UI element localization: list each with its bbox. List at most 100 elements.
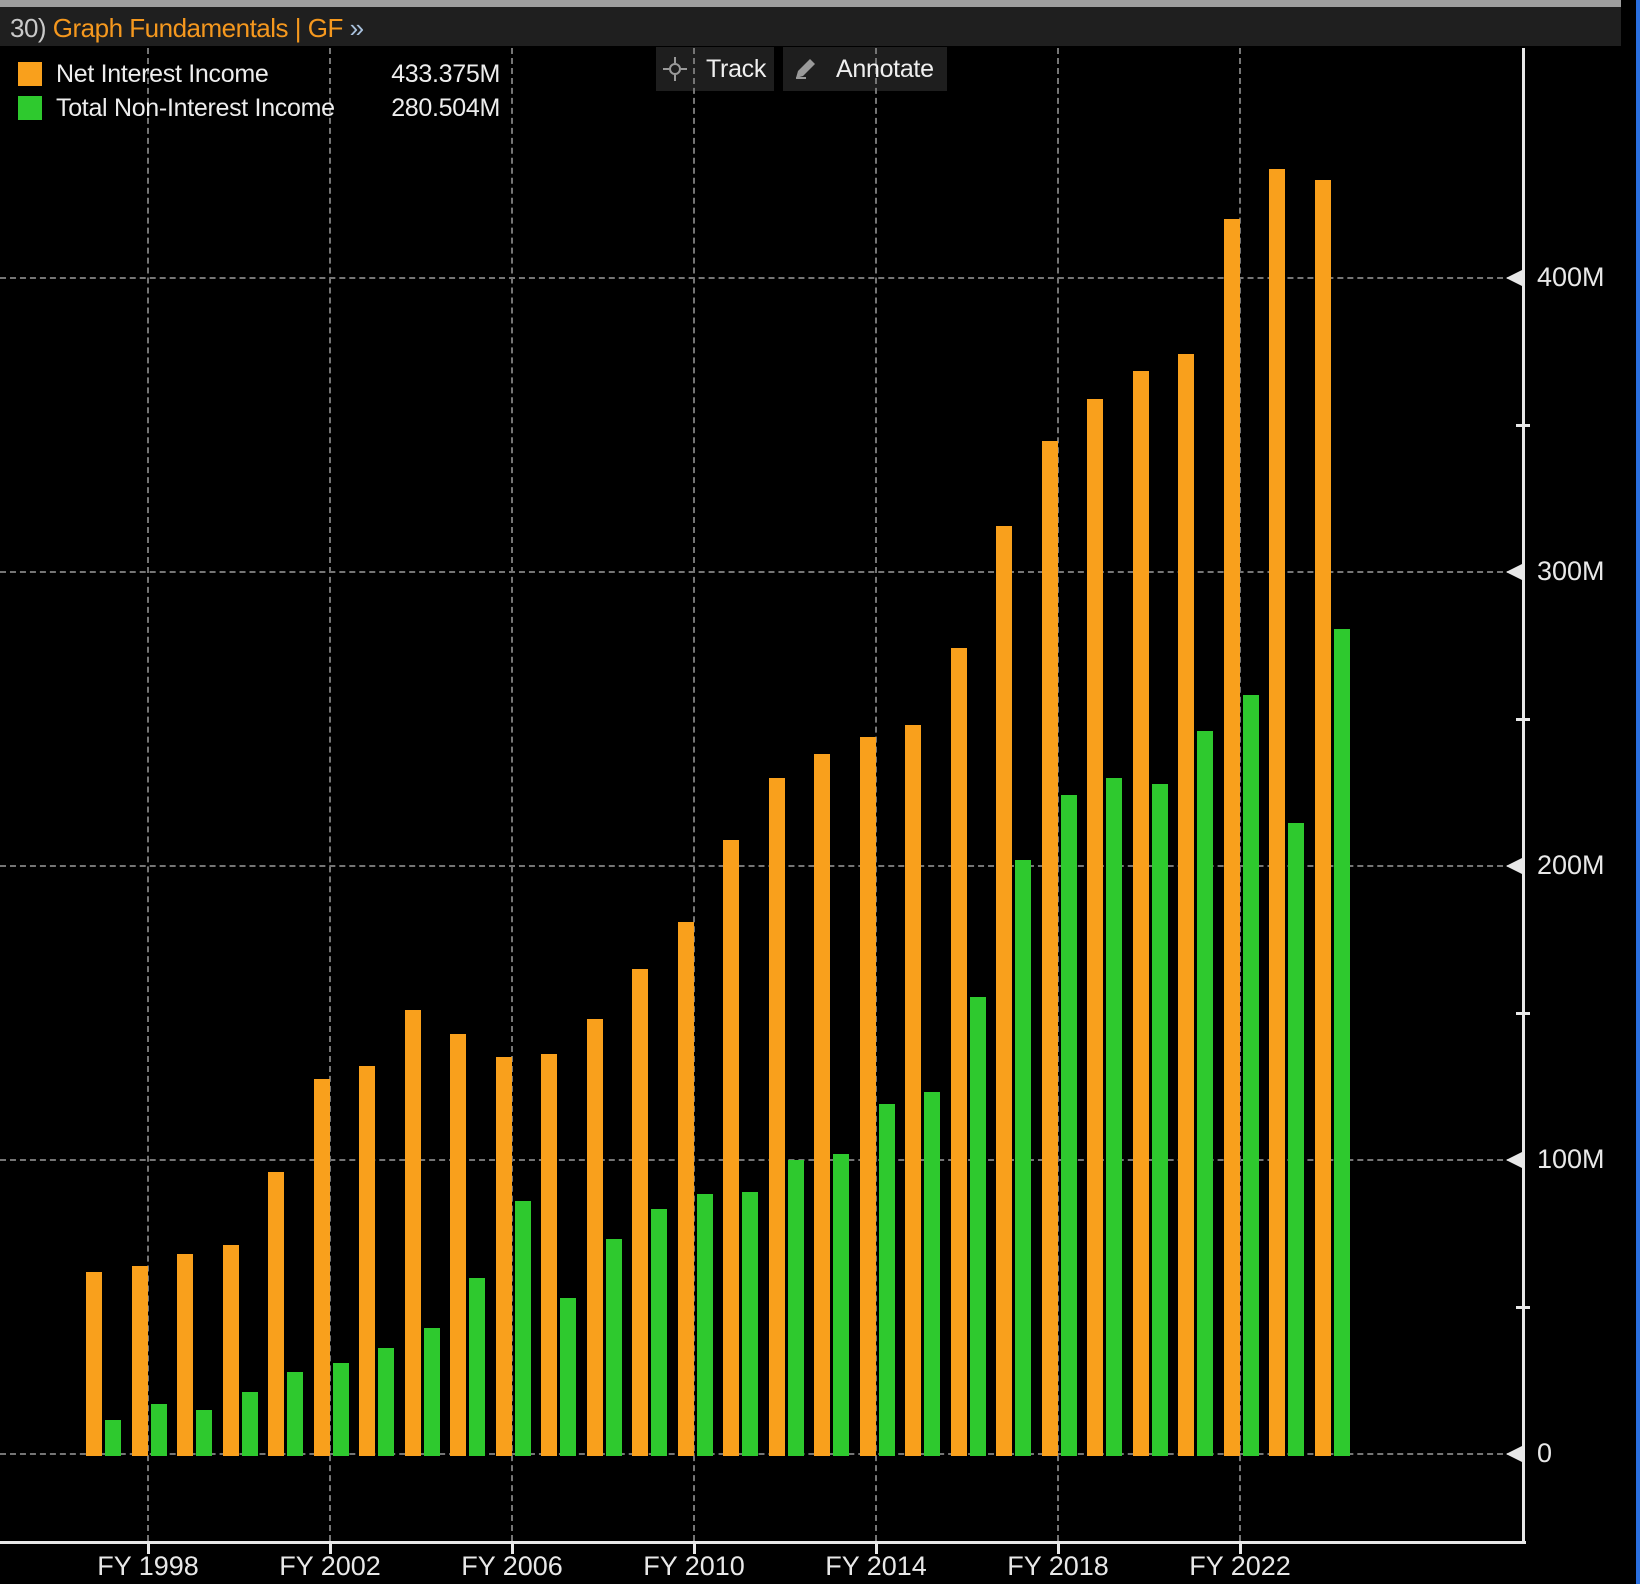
track-button[interactable]: Track [662, 47, 766, 91]
bar-net-interest-income-2022 [1224, 219, 1240, 1456]
legend-value: 433.375M [391, 59, 500, 88]
bar-total-non-interest-income-2016 [970, 997, 986, 1456]
bar-net-interest-income-2021 [1178, 354, 1194, 1456]
pencil-icon [792, 56, 818, 82]
bar-net-interest-income-2002 [314, 1079, 330, 1456]
bar-net-interest-income-1997 [86, 1272, 102, 1456]
bar-net-interest-income-2001 [268, 1172, 284, 1456]
bar-net-interest-income-2024 [1315, 180, 1331, 1456]
bar-net-interest-income-2016 [951, 648, 967, 1456]
y-tick-label-400M: 400M [1537, 262, 1605, 292]
legend-value: 280.504M [391, 93, 500, 122]
bar-total-non-interest-income-2009 [651, 1209, 667, 1456]
bar-total-non-interest-income-2004 [424, 1328, 440, 1456]
bar-net-interest-income-2017 [996, 526, 1012, 1456]
bar-total-non-interest-income-1999 [196, 1410, 212, 1456]
x-axis-label-fy-2022: FY 2022 [1189, 1551, 1291, 1581]
bar-net-interest-income-2008 [587, 1019, 603, 1456]
legend-swatch-green [18, 96, 42, 120]
bar-total-non-interest-income-2023 [1288, 823, 1304, 1456]
bar-total-non-interest-income-2018 [1061, 795, 1077, 1456]
plot-area[interactable]: 0 100M 200M 300M 400M FY 1998 FY 2002 FY 2006 FY… [0, 0, 1640, 1584]
bar-total-non-interest-income-2001 [287, 1372, 303, 1456]
x-axis-line [0, 1541, 1526, 1544]
annotate-label: Annotate [836, 54, 934, 83]
legend-label: Net Interest Income [56, 59, 269, 88]
right-edge-accent [1636, 0, 1640, 1584]
y-tick-arrow-0 [1506, 1446, 1522, 1462]
bar-net-interest-income-2010 [678, 922, 694, 1456]
bar-net-interest-income-2019 [1087, 399, 1103, 1456]
bar-net-interest-income-1998 [132, 1266, 148, 1456]
bar-total-non-interest-income-2011 [742, 1192, 758, 1456]
bar-total-non-interest-income-2015 [924, 1092, 940, 1456]
x-axis-label-fy-2010: FY 2010 [643, 1551, 745, 1581]
y-minor-tick-150 [1516, 1012, 1530, 1015]
legend-row-total-non-interest-income: Total Non-Interest Income 280.504M [18, 92, 500, 124]
y-tick-label-100M: 100M [1537, 1144, 1605, 1174]
x-axis-label-fy-2006: FY 2006 [461, 1551, 563, 1581]
annotate-button[interactable]: Annotate [792, 47, 934, 91]
bar-total-non-interest-income-1997 [105, 1420, 121, 1456]
bar-total-non-interest-income-2019 [1106, 778, 1122, 1456]
bar-total-non-interest-income-2002 [333, 1363, 349, 1456]
y-tick-label-300M: 300M [1537, 556, 1605, 586]
bar-total-non-interest-income-2014 [879, 1104, 895, 1456]
bar-net-interest-income-2009 [632, 969, 648, 1456]
y-tick-arrow-100 [1506, 1152, 1522, 1168]
title-chevrons: » [349, 13, 364, 43]
gridline-h-400 [0, 277, 1523, 279]
bar-total-non-interest-income-2005 [469, 1278, 485, 1456]
bar-total-non-interest-income-2013 [833, 1154, 849, 1456]
bar-total-non-interest-income-2024 [1334, 629, 1350, 1456]
y-tick-arrow-200 [1506, 858, 1522, 874]
x-axis-label-fy-2002: FY 2002 [279, 1551, 381, 1581]
bar-net-interest-income-2005 [450, 1034, 466, 1456]
bar-net-interest-income-2015 [905, 725, 921, 1456]
legend-row-net-interest-income: Net Interest Income 433.375M [18, 58, 500, 90]
bar-net-interest-income-2020 [1133, 371, 1149, 1456]
bar-total-non-interest-income-2003 [378, 1348, 394, 1456]
bar-total-non-interest-income-2021 [1197, 731, 1213, 1456]
y-minor-tick-50 [1516, 1306, 1530, 1309]
crosshair-icon [662, 56, 688, 82]
bar-net-interest-income-2011 [723, 840, 739, 1456]
legend: Net Interest Income 433.375M Total Non-I… [8, 56, 500, 124]
bar-total-non-interest-income-2017 [1015, 860, 1031, 1456]
legend-swatch-orange [18, 62, 42, 86]
legend-label: Total Non-Interest Income [56, 93, 335, 122]
bar-total-non-interest-income-2000 [242, 1392, 258, 1456]
bar-total-non-interest-income-2012 [788, 1160, 804, 1456]
y-tick-label-200M: 200M [1537, 850, 1605, 880]
y-minor-tick-350 [1516, 424, 1530, 427]
bar-total-non-interest-income-2007 [560, 1298, 576, 1456]
bar-net-interest-income-2006 [496, 1057, 512, 1456]
x-axis-label-fy-2018: FY 2018 [1007, 1551, 1109, 1581]
bar-net-interest-income-2000 [223, 1245, 239, 1456]
title-main: Graph Fundamentals | GF [46, 13, 350, 43]
y-axis-line [1522, 48, 1525, 1543]
bar-total-non-interest-income-2022 [1243, 695, 1259, 1456]
bar-net-interest-income-2014 [860, 737, 876, 1456]
bar-net-interest-income-2007 [541, 1054, 557, 1456]
bar-net-interest-income-2004 [405, 1010, 421, 1456]
gridline-h-300 [0, 571, 1523, 573]
bar-total-non-interest-income-2008 [606, 1239, 622, 1456]
titlebar-top-strip [0, 0, 1621, 7]
bar-net-interest-income-2013 [814, 754, 830, 1456]
page-title: 30) Graph Fundamentals | GF » [10, 13, 364, 44]
y-tick-arrow-300 [1506, 564, 1522, 580]
bar-net-interest-income-1999 [177, 1254, 193, 1456]
track-label: Track [706, 54, 767, 83]
bar-total-non-interest-income-2006 [515, 1201, 531, 1456]
bar-total-non-interest-income-2010 [697, 1194, 713, 1456]
bar-net-interest-income-2003 [359, 1066, 375, 1456]
bar-total-non-interest-income-2020 [1152, 784, 1168, 1456]
bar-net-interest-income-2012 [769, 778, 785, 1456]
x-axis-label-fy-2014: FY 2014 [825, 1551, 927, 1581]
x-axis-label-fy-1998: FY 1998 [97, 1551, 199, 1581]
bar-net-interest-income-2018 [1042, 441, 1058, 1456]
y-tick-label-0: 0 [1537, 1438, 1553, 1468]
y-minor-tick-250 [1516, 718, 1530, 721]
y-tick-arrow-400 [1506, 270, 1522, 286]
